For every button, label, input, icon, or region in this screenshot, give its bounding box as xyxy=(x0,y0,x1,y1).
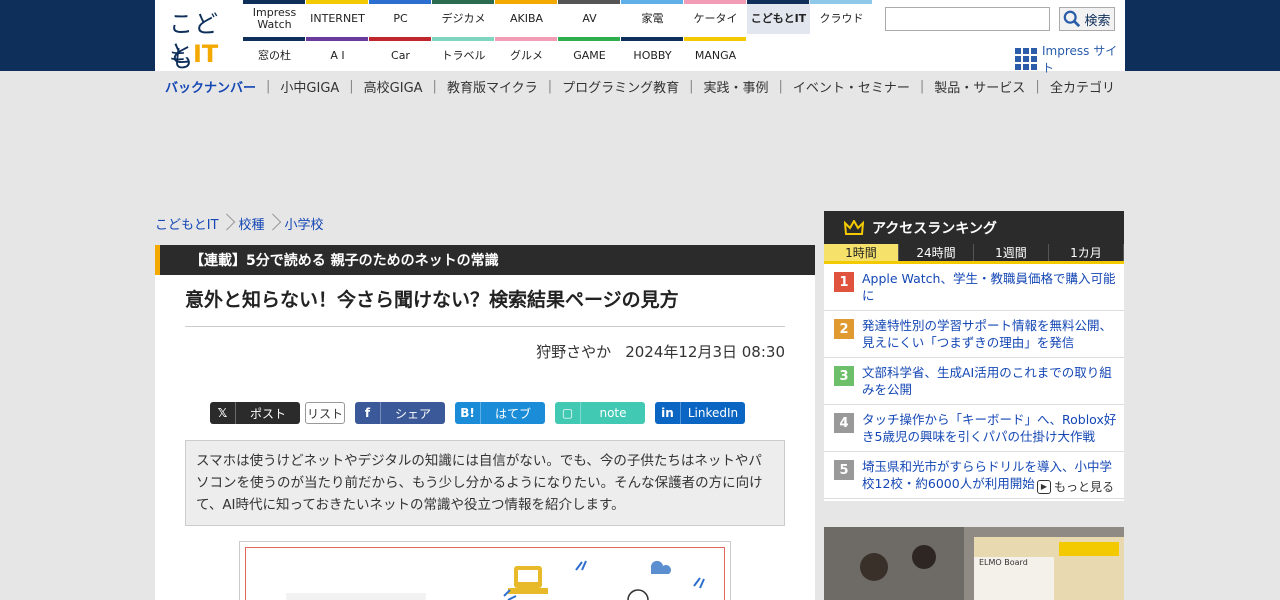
site-link[interactable]: MANGA xyxy=(684,37,747,71)
ranking-item[interactable]: 1 Apple Watch、学生・教職員価格で購入可能に xyxy=(824,264,1124,311)
nav-all-categories[interactable]: 全カテゴリ xyxy=(1040,77,1125,96)
crown-icon xyxy=(844,219,864,235)
svg-text:ELMO Board: ELMO Board xyxy=(979,558,1028,567)
x-logo-icon: 𝕏 xyxy=(210,402,236,424)
search-icon xyxy=(1064,10,1081,28)
chevron-right-icon xyxy=(271,213,279,233)
category-nav: バックナンバー | 小中GIGA | 高校GIGA | 教育版マイクラ | プログラミング教… xyxy=(155,71,1125,101)
nav-item[interactable]: 小中GIGA xyxy=(270,77,349,96)
site-link[interactable]: クラウド xyxy=(810,0,873,34)
site-link[interactable]: HOBBY xyxy=(621,37,684,71)
ranking-item-title: タッチ操作から「キーボード」へ、Roblox好き5歳児の興味を引くパパの仕掛け大… xyxy=(862,412,1117,444)
site-link[interactable]: GAME xyxy=(558,37,621,71)
ranking-tab[interactable]: 24時間 xyxy=(899,244,974,261)
site-link[interactable]: AV xyxy=(558,0,621,34)
site-link[interactable]: ケータイ xyxy=(684,0,747,34)
site-link[interactable]: 家電 xyxy=(621,0,684,34)
rank-number: 3 xyxy=(834,366,854,386)
facebook-icon: f xyxy=(355,402,381,424)
rank-number: 1 xyxy=(834,272,854,292)
grid-icon xyxy=(1015,48,1037,70)
nav-item[interactable]: イベント・セミナー xyxy=(783,77,920,96)
breadcrumb-item[interactable]: 校種 xyxy=(239,214,265,233)
event-photo-image: ELMO Board xyxy=(824,527,1124,600)
search-button[interactable]: 検索 xyxy=(1059,7,1115,31)
linkedin-icon: in xyxy=(655,402,681,424)
site-link[interactable]: INTERNET xyxy=(306,0,369,34)
search-area: 検索 Impress サイト xyxy=(873,0,1125,75)
byline: 狩野さやか 2024年12月3日 08:30 xyxy=(536,341,785,362)
breadcrumb-item[interactable]: 小学校 xyxy=(285,214,324,233)
site-header: こども とIT Impress Watch INTERNET PC デジカメ AKIBA… xyxy=(0,0,1280,75)
note-icon: ▢ xyxy=(555,402,581,424)
breadcrumb: こどもとIT 校種 小学校 xyxy=(155,213,324,233)
rank-number: 2 xyxy=(834,319,854,339)
rank-number: 4 xyxy=(834,413,854,433)
site-link[interactable]: 窓の杜 xyxy=(243,37,306,71)
ranking-item[interactable]: 2 発達特性別の学習サポート情報を無料公開、見えにくい「つまずきの理由」を発信 xyxy=(824,311,1124,358)
site-link[interactable]: デジカメ xyxy=(432,0,495,34)
nav-back-number[interactable]: バックナンバー xyxy=(155,77,266,96)
logo-line2: とIT xyxy=(169,40,219,68)
breadcrumb-item[interactable]: こどもとIT xyxy=(155,214,219,233)
play-icon: ▶ xyxy=(1036,479,1051,494)
share-list-button[interactable]: リスト xyxy=(305,402,345,424)
nav-item[interactable]: 教育版マイクラ xyxy=(437,77,548,96)
nav-item[interactable]: 高校GIGA xyxy=(354,77,433,96)
share-note-button[interactable]: ▢ note xyxy=(555,402,645,424)
sister-sites-nav: Impress Watch INTERNET PC デジカメ AKIBA AV 家電 ケータイ… xyxy=(243,0,873,71)
illustration-image xyxy=(286,560,705,600)
ranking-tab[interactable]: 1カ月 xyxy=(1049,244,1124,261)
site-link[interactable]: トラベル xyxy=(432,37,495,71)
ranking-header: アクセスランキング xyxy=(824,211,1124,244)
share-facebook-button[interactable]: f シェア xyxy=(355,402,445,424)
search-button-label: 検索 xyxy=(1084,13,1111,29)
ranking-item-title: Apple Watch、学生・教職員価格で購入可能に xyxy=(862,271,1116,303)
ranking-tab[interactable]: 1週間 xyxy=(974,244,1049,261)
ranking-tabs: 1時間 24時間 1週間 1カ月 xyxy=(824,244,1124,264)
site-link[interactable]: AKIBA xyxy=(495,0,558,34)
ranking-list: 1 Apple Watch、学生・教職員価格で購入可能に 2 発達特性別の学習サポート… xyxy=(824,264,1124,499)
ranking-item[interactable]: 4 タッチ操作から「キーボード」へ、Roblox好き5歳児の興味を引くパパの仕掛け… xyxy=(824,405,1124,452)
site-link[interactable]: Impress Watch xyxy=(243,0,306,34)
share-hatena-button[interactable]: B! はてブ xyxy=(455,402,545,424)
site-link[interactable]: グルメ xyxy=(495,37,558,71)
ranking-title: アクセスランキング xyxy=(872,220,997,237)
site-link[interactable]: PC xyxy=(369,0,432,34)
ranking-item[interactable]: 3 文部科学省、生成AI活用のこれまでの取り組みを公開 xyxy=(824,358,1124,405)
article-intro: スマホは使うけどネットやデジタルの知識には自信がない。でも、今の子供たちはネット… xyxy=(185,440,785,526)
article-title: 意外と知らない！今さら聞けない？検索結果ページの見方 xyxy=(185,285,785,327)
article: 【連載】5分で読める 親子のためのネットの常識 意外と知らない！今さら聞けない？… xyxy=(155,245,815,600)
nav-item[interactable]: プログラミング教育 xyxy=(552,77,689,96)
hatena-bookmark-icon: B! xyxy=(455,402,481,424)
site-logo[interactable]: こども とIT xyxy=(155,0,243,73)
nav-item[interactable]: 実践・事例 xyxy=(693,77,778,96)
ranking-item-title: 発達特性別の学習サポート情報を無料公開、見えにくい「つまずきの理由」を発信 xyxy=(862,318,1113,350)
rank-number: 5 xyxy=(834,460,854,480)
share-buttons: 𝕏 ポスト リスト f シェア B! はてブ ▢ note in LinkedI… xyxy=(210,402,745,424)
share-linkedin-button[interactable]: in LinkedIn xyxy=(655,402,745,424)
ranking-more-link[interactable]: ▶ もっと見る xyxy=(1036,478,1114,495)
search-input[interactable] xyxy=(885,7,1050,31)
article-date: 2024年12月3日 08:30 xyxy=(625,343,785,361)
site-link[interactable]: こどもとIT xyxy=(747,0,810,34)
ranking-tab[interactable]: 1時間 xyxy=(824,244,899,261)
chevron-right-icon xyxy=(225,213,233,233)
nav-item[interactable]: 製品・サービス xyxy=(924,77,1035,96)
site-link[interactable]: A I xyxy=(306,37,369,71)
share-x-button[interactable]: 𝕏 ポスト xyxy=(210,402,300,424)
sidebar-photo[interactable]: ELMO Board xyxy=(824,527,1124,600)
article-illustration xyxy=(239,541,731,600)
article-author: 狩野さやか xyxy=(536,343,612,361)
access-ranking: アクセスランキング 1時間 24時間 1週間 1カ月 1 Apple Watch、学生・… xyxy=(824,211,1124,501)
ranking-item-title: 文部科学省、生成AI活用のこれまでの取り組みを公開 xyxy=(862,365,1112,397)
site-link[interactable]: Car xyxy=(369,37,432,71)
series-title[interactable]: 【連載】5分で読める 親子のためのネットの常識 xyxy=(155,245,815,275)
